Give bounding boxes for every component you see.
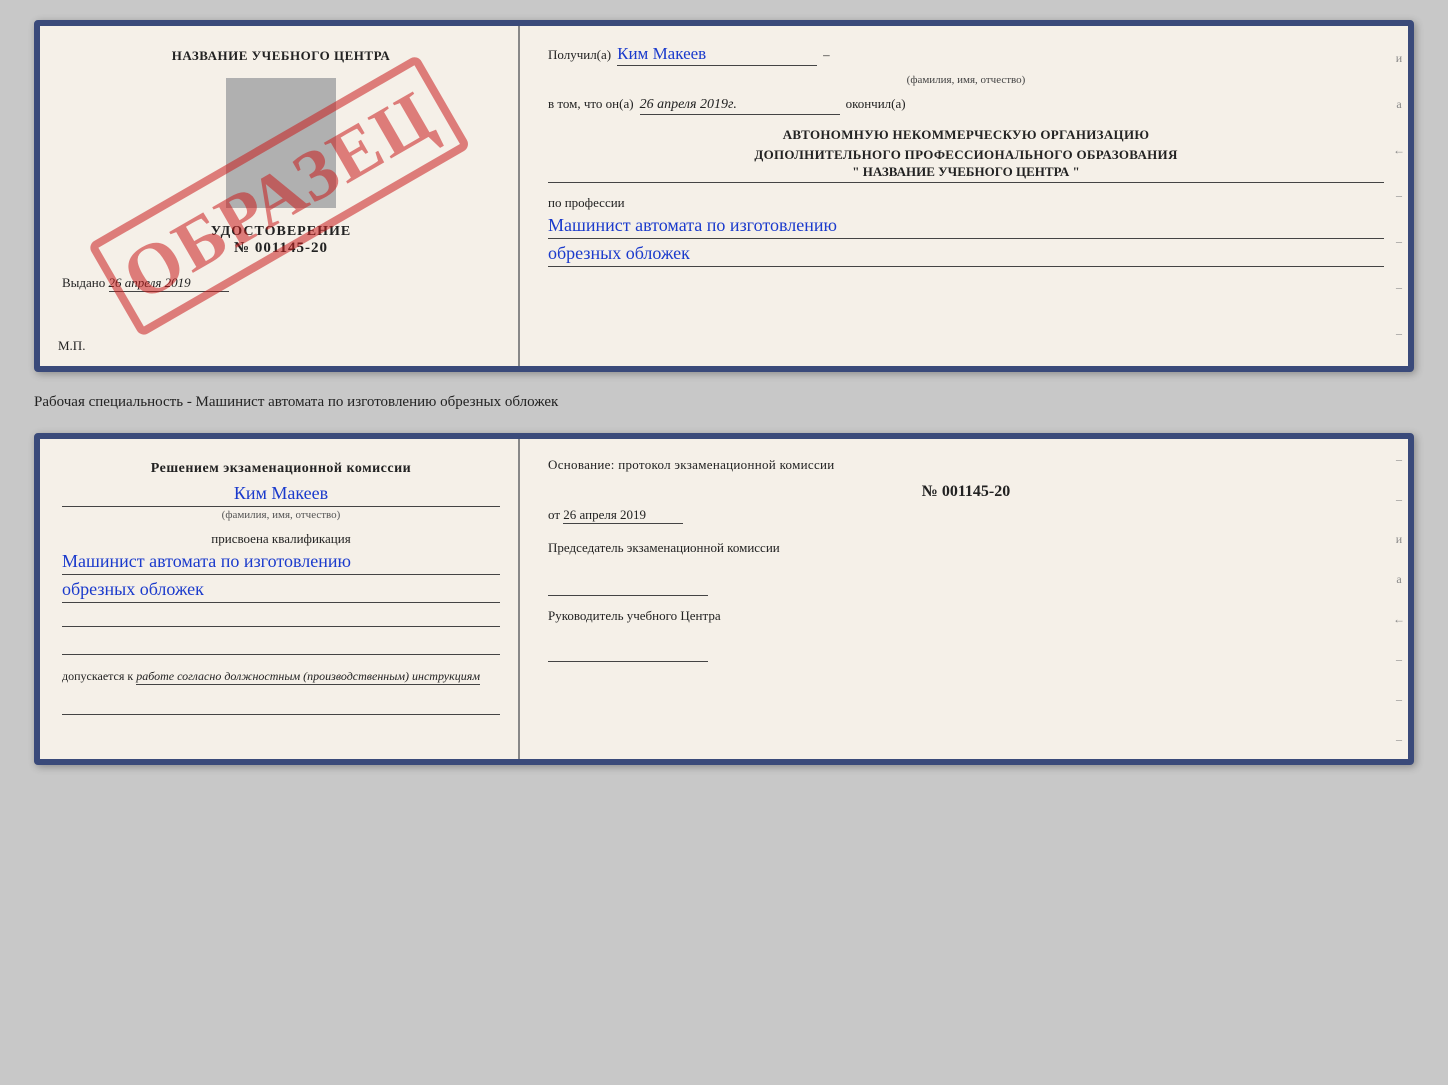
org-name-text: НАЗВАНИЕ УЧЕБНОГО ЦЕНТРА [863, 164, 1070, 179]
side-decoration: и а ← – – – – [1390, 26, 1408, 366]
blank-line-2 [62, 635, 500, 655]
received-name: Ким Макеев [617, 44, 817, 66]
top-left-panel: НАЗВАНИЕ УЧЕБНОГО ЦЕНТРА УДОСТОВЕРЕНИЕ №… [40, 26, 520, 366]
blank-line-1 [62, 607, 500, 627]
bottom-qual-label: присвоена квалификация [62, 531, 500, 547]
allowed-text: допускается к работе согласно должностны… [62, 669, 500, 685]
org-close-quote: " [1073, 164, 1080, 179]
allowed-prefix: допускается к [62, 669, 133, 683]
bottom-document-card: Решением экзаменационной комиссии Ким Ма… [34, 433, 1414, 765]
org-name: " НАЗВАНИЕ УЧЕБНОГО ЦЕНТРА " [548, 164, 1384, 183]
br-sign-line-1 [548, 580, 708, 596]
profession-line2: обрезных обложек [548, 243, 1384, 267]
received-label: Получил(а) [548, 47, 611, 63]
bottom-left-panel: Решением экзаменационной комиссии Ким Ма… [40, 439, 520, 759]
received-row: Получил(а) Ким Макеев – [548, 44, 1384, 66]
top-document-card: НАЗВАНИЕ УЧЕБНОГО ЦЕНТРА УДОСТОВЕРЕНИЕ №… [34, 20, 1414, 372]
issued-label: Выдано [62, 275, 105, 290]
date-value: 26 апреля 2019г. [640, 97, 840, 115]
br-director-label: Руководитель учебного Центра [548, 606, 1384, 626]
bottom-right-panel: Основание: протокол экзаменационной коми… [520, 439, 1408, 759]
org-open-quote: " [852, 164, 859, 179]
org-block: АВТОНОМНУЮ НЕКОММЕРЧЕСКУЮ ОРГАНИЗАЦИЮ ДО… [548, 125, 1384, 183]
date-row: в том, что он(а) 26 апреля 2019г. окончи… [548, 96, 1384, 115]
school-name-top: НАЗВАНИЕ УЧЕБНОГО ЦЕНТРА [172, 48, 391, 64]
received-sub: (фамилия, имя, отчество) [548, 74, 1384, 86]
org-line1: АВТОНОМНУЮ НЕКОММЕРЧЕСКУЮ ОРГАНИЗАЦИЮ [548, 125, 1384, 145]
bottom-name-hw: Ким Макеев [62, 483, 500, 507]
br-number: № 001145-20 [548, 483, 1384, 501]
profession-line1: Машинист автомата по изготовлению [548, 215, 1384, 239]
cert-number: № 001145-20 [234, 240, 328, 257]
br-heading: Основание: протокол экзаменационной коми… [548, 457, 1384, 473]
finished-label: окончил(а) [846, 96, 906, 112]
br-date-value: 26 апреля 2019 [563, 507, 683, 524]
blank-line-3 [62, 695, 500, 715]
top-right-panel: Получил(а) Ким Макеев – (фамилия, имя, о… [520, 26, 1408, 366]
br-date: от 26 апреля 2019 [548, 507, 1384, 524]
allowed-hw: работе согласно должностным (производств… [136, 669, 480, 683]
bottom-qual-line1: Машинист автомата по изготовлению [62, 551, 500, 575]
bottom-qual-line2: обрезных обложек [62, 579, 500, 603]
br-chairman-label: Председатель экзаменационной комиссии [548, 540, 1384, 556]
org-line2: ДОПОЛНИТЕЛЬНОГО ПРОФЕССИОНАЛЬНОГО ОБРАЗО… [548, 145, 1384, 165]
br-sign-line-2 [548, 646, 708, 662]
dash-right: – [823, 47, 830, 63]
issued-date: 26 апреля 2019 [109, 275, 229, 292]
photo-placeholder [226, 78, 336, 208]
date-label: в том, что он(а) [548, 96, 634, 112]
allowed-underlined: работе согласно должностным (производств… [136, 669, 480, 685]
issued-line: Выдано 26 апреля 2019 [62, 275, 500, 292]
bottom-heading: Решением экзаменационной комиссии [62, 461, 500, 477]
br-date-prefix: от [548, 507, 560, 522]
cert-label: УДОСТОВЕРЕНИЕ [211, 224, 351, 240]
profession-label: по профессии [548, 195, 1384, 211]
bottom-name-sub: (фамилия, имя, отчество) [62, 509, 500, 521]
bottom-side-decoration: – – и а ← – – – [1390, 439, 1408, 759]
separator-text: Рабочая специальность - Машинист автомат… [34, 390, 1414, 415]
mp-label: М.П. [58, 338, 85, 354]
